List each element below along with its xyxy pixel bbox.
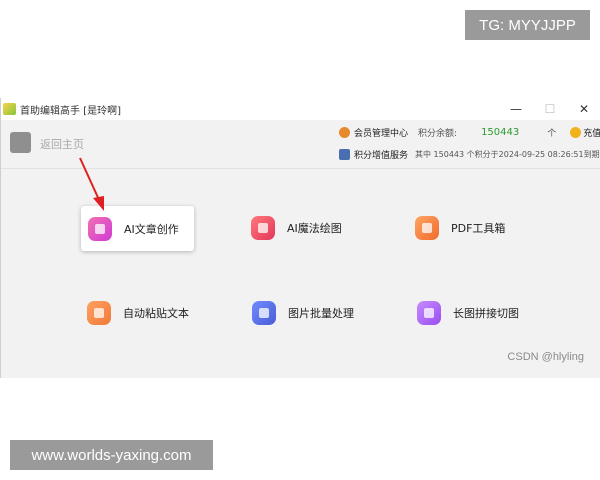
recharge-button[interactable]: 充值	[570, 126, 600, 139]
points-service-link[interactable]: 积分增值服务	[354, 148, 408, 161]
title-bar: 首助编辑高手 [是玲啊] — ☐ ✕	[1, 98, 600, 120]
tool-label: AI文章创作	[124, 222, 179, 236]
tool-batch-image[interactable]: 图片批量处理	[252, 301, 354, 325]
maximize-button[interactable]: ☐	[533, 98, 567, 120]
member-icon	[339, 127, 350, 138]
watermark-bottom: www.worlds-yaxing.com	[10, 440, 213, 470]
member-center-link[interactable]: 会员管理中心	[354, 126, 408, 139]
close-button[interactable]: ✕	[567, 98, 600, 120]
clipboard-icon	[87, 301, 111, 325]
balance-label: 积分余额:	[418, 129, 458, 139]
layers-icon	[252, 301, 276, 325]
watermark-top: TG: MYYJJPP	[465, 10, 590, 40]
tool-ai-drawing[interactable]: AI魔法绘图	[251, 216, 342, 240]
document-icon	[88, 216, 112, 241]
back-home-link[interactable]: 返回主页	[40, 136, 84, 152]
balance-value: 150443	[481, 127, 520, 138]
image-icon	[251, 216, 275, 240]
recharge-label: 充值	[583, 129, 600, 139]
tool-label: AI魔法绘图	[287, 222, 342, 235]
header-bar: 返回主页 会员管理中心 积分余额: 150443 个 充值 积分增值服务 其中 …	[1, 120, 600, 169]
tool-label: PDF工具箱	[451, 222, 506, 235]
window-title: 首助编辑高手 [是玲啊]	[20, 105, 121, 117]
points-row: 积分增值服务 其中 150443 个积分于2024-09-25 08:26:51…	[339, 148, 600, 161]
stitch-icon	[417, 301, 441, 325]
tool-auto-paste[interactable]: 自动粘贴文本	[87, 301, 189, 325]
coin-icon	[570, 127, 582, 138]
pdf-icon	[415, 216, 439, 240]
tool-long-image-stitch[interactable]: 长图拼接切图	[417, 301, 519, 325]
member-row: 会员管理中心 积分余额: 150443 个 充值	[339, 126, 600, 139]
tool-label: 图片批量处理	[288, 307, 354, 320]
window-controls: — ☐ ✕	[499, 98, 600, 120]
csdn-credit: CSDN @hlyling	[507, 351, 584, 363]
minimize-button[interactable]: —	[499, 98, 533, 120]
balance-unit: 个	[547, 129, 557, 139]
tool-label: 长图拼接切图	[453, 307, 519, 320]
book-icon	[339, 149, 350, 160]
points-expiry-text: 其中 150443 个积分于2024-09-25 08:26:51到期	[415, 150, 600, 159]
tool-ai-article[interactable]: AI文章创作	[81, 206, 194, 251]
tool-pdf-toolbox[interactable]: PDF工具箱	[415, 216, 505, 240]
app-window: 首助编辑高手 [是玲啊] — ☐ ✕ 返回主页 会员管理中心 积分余额: 150…	[0, 98, 600, 378]
app-icon	[3, 103, 16, 115]
home-icon[interactable]	[10, 132, 31, 153]
tool-label: 自动粘贴文本	[123, 307, 189, 320]
